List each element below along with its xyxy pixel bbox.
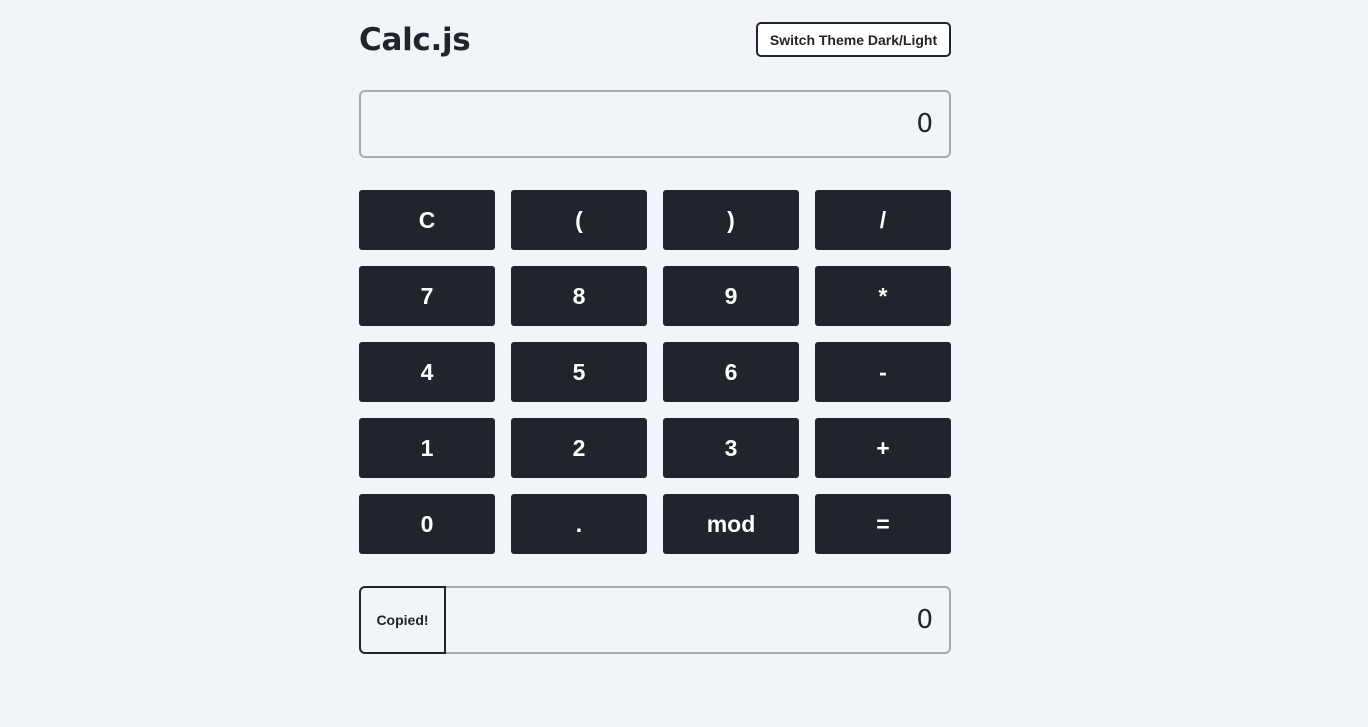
key-1[interactable]: 1	[359, 418, 495, 478]
key-add[interactable]: +	[815, 418, 951, 478]
key-0[interactable]: 0	[359, 494, 495, 554]
key-open-paren[interactable]: (	[511, 190, 647, 250]
key-5[interactable]: 5	[511, 342, 647, 402]
key-multiply[interactable]: *	[815, 266, 951, 326]
key-equals[interactable]: =	[815, 494, 951, 554]
key-9[interactable]: 9	[663, 266, 799, 326]
key-2[interactable]: 2	[511, 418, 647, 478]
result-row: Copied! 0	[359, 586, 951, 654]
key-8[interactable]: 8	[511, 266, 647, 326]
key-6[interactable]: 6	[663, 342, 799, 402]
result-display: 0	[444, 586, 951, 654]
keypad: C ( ) / 7 8 9 * 4 5 6 - 1 2 3 + 0 . mod …	[359, 190, 951, 554]
calculator-app: Calc.js Switch Theme Dark/Light 0 C ( ) …	[359, 0, 951, 654]
copy-result-button[interactable]: Copied!	[359, 586, 446, 654]
key-subtract[interactable]: -	[815, 342, 951, 402]
key-clear[interactable]: C	[359, 190, 495, 250]
app-title: Calc.js	[359, 22, 471, 58]
key-7[interactable]: 7	[359, 266, 495, 326]
key-decimal[interactable]: .	[511, 494, 647, 554]
key-divide[interactable]: /	[815, 190, 951, 250]
theme-toggle-button[interactable]: Switch Theme Dark/Light	[756, 22, 951, 57]
key-close-paren[interactable]: )	[663, 190, 799, 250]
key-3[interactable]: 3	[663, 418, 799, 478]
header: Calc.js Switch Theme Dark/Light	[359, 0, 951, 90]
key-mod[interactable]: mod	[663, 494, 799, 554]
expression-display: 0	[359, 90, 951, 158]
key-4[interactable]: 4	[359, 342, 495, 402]
